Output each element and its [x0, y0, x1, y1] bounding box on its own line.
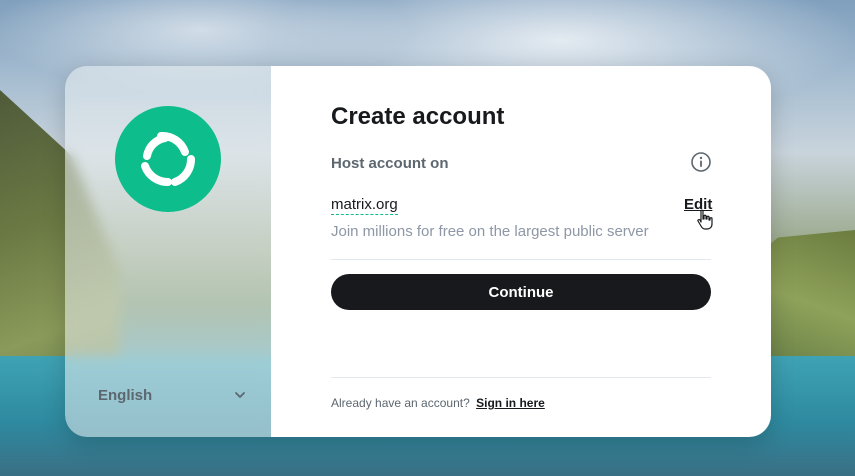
auth-main: Create account Host account on matrix.or…: [271, 66, 771, 437]
server-name: matrix.org: [331, 196, 398, 215]
sign-in-prompt: Already have an account?: [331, 396, 470, 410]
auth-sidebar: English: [65, 66, 271, 437]
divider: [331, 259, 711, 260]
page-title: Create account: [331, 103, 505, 130]
language-label: English: [98, 386, 153, 404]
info-icon[interactable]: [690, 151, 712, 173]
server-description: Join millions for free on the largest pu…: [331, 223, 649, 240]
chevron-down-icon: [235, 392, 245, 398]
footer: Already have an account? Sign in here: [331, 396, 545, 410]
sign-in-link[interactable]: Sign in here: [476, 396, 545, 410]
element-logo-icon: [115, 106, 221, 212]
divider: [331, 377, 711, 378]
auth-card: English Create account Host account on m…: [65, 66, 771, 437]
host-label: Host account on: [331, 155, 449, 172]
language-selector[interactable]: English: [98, 384, 246, 406]
continue-button[interactable]: Continue: [331, 274, 711, 310]
hand-pointer-icon: [697, 209, 713, 230]
